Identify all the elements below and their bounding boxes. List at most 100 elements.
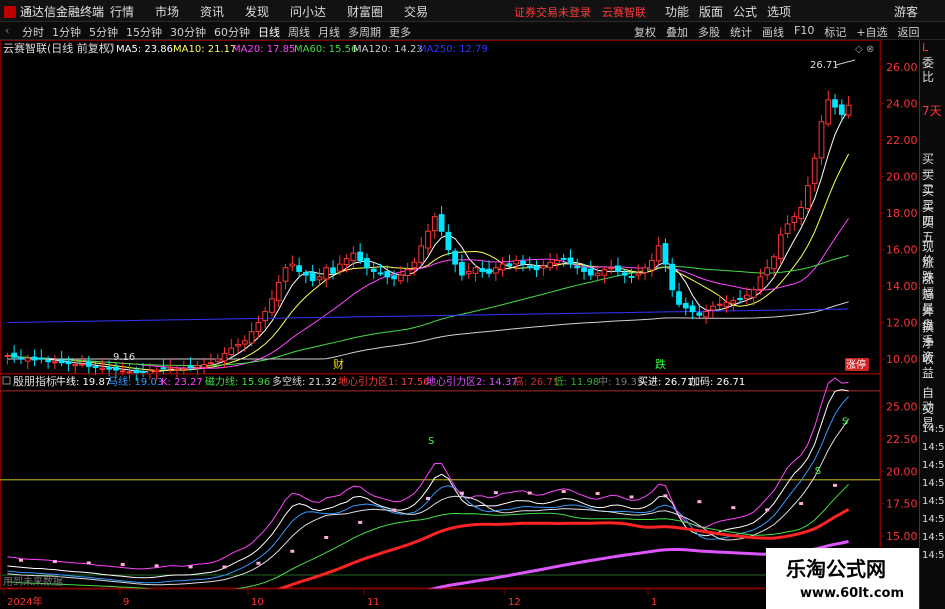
candle-body (18, 357, 24, 360)
period-tab[interactable]: 日线 (258, 24, 280, 40)
indicator-marker (629, 495, 634, 499)
main-frame (0, 40, 881, 374)
period-tab[interactable]: 多周期 (348, 24, 381, 40)
ma-label: MA5: 23.86 (116, 44, 173, 55)
tool-button[interactable]: 复权 (634, 24, 656, 40)
indicator-param: 牛线: 19.87 (56, 375, 111, 388)
indicator-marker (561, 490, 566, 494)
candle-body (384, 270, 391, 278)
tool-button[interactable]: F10 (794, 24, 814, 40)
candle-body (4, 354, 11, 357)
indicator-marker (188, 565, 193, 569)
candle-body (662, 243, 669, 265)
menu-item-zixun[interactable]: 资讯 (200, 3, 234, 20)
period-tab[interactable]: 60分钟 (214, 24, 250, 40)
period-tab[interactable]: 周线 (288, 24, 310, 40)
candle-body (214, 358, 221, 362)
period-tab[interactable]: 1分钟 (52, 24, 81, 40)
indicator-marker (358, 520, 363, 524)
period-tab[interactable]: 15分钟 (126, 24, 162, 40)
y-tick-label: 12.00 (886, 317, 918, 330)
tool-button[interactable]: +自选 (856, 24, 887, 40)
candle-body (689, 305, 696, 313)
candle-body (540, 265, 547, 269)
tool-button[interactable]: 画线 (762, 24, 784, 40)
menu-item-wenxiaoda[interactable]: 问小达 (290, 3, 336, 20)
candle-body (92, 366, 99, 369)
indicator-marker (86, 561, 91, 565)
menu-item-xuanxiang[interactable]: 选项 (767, 3, 791, 20)
indicator-param: 中: 19.35 (598, 375, 643, 388)
guest-login[interactable]: 游客 (894, 3, 918, 20)
candle-body (350, 252, 357, 262)
period-tab[interactable]: 5分钟 (89, 24, 118, 40)
period-tab[interactable]: 30分钟 (170, 24, 206, 40)
indicator-marker (493, 491, 498, 495)
candle-body (811, 157, 818, 185)
indicator-settings-icon (2, 376, 11, 385)
candle-body (58, 359, 65, 364)
candle-body (85, 361, 92, 367)
panel-tick-time: 14:56 (922, 424, 945, 435)
menu-item-hangqing[interactable]: 行情 (110, 3, 144, 20)
candle-body (621, 272, 628, 276)
tool-button[interactable]: 标记 (824, 24, 846, 40)
menu-item-banmian[interactable]: 版面 (699, 3, 723, 20)
candle-body (126, 371, 133, 374)
y-tick-label: 22.00 (886, 134, 918, 147)
candle-body (648, 259, 655, 271)
candle-body (153, 369, 160, 373)
login-status[interactable]: 证券交易未登录 云赛智联 (514, 4, 646, 20)
candle-body (336, 263, 343, 272)
candle-body (710, 305, 716, 311)
candle-body (309, 272, 316, 282)
ma-label: MA60: 15.56 (294, 44, 357, 55)
candle-body (832, 99, 838, 108)
candle-body (24, 357, 31, 362)
panel-weibi: 委比 (922, 56, 935, 84)
period-tab[interactable]: 更多 (389, 24, 411, 40)
app-title: 通达信金融终端 (4, 3, 104, 20)
period-toolbar: ‹ 分时 1分钟 5分钟 15分钟 30分钟 60分钟 日线 周线 月线 多周期 更多 复权 叠加 多股… (0, 22, 945, 40)
annotation-low: 9.16 (113, 352, 135, 363)
indicator-param: 高: 26.71 (514, 375, 559, 388)
ma-line (7, 153, 850, 371)
candle-body (303, 272, 309, 276)
menu-item-caifuquan[interactable]: 财富圈 (347, 3, 393, 20)
indicator-line (7, 377, 849, 570)
candle-body (160, 367, 167, 370)
candle-body (479, 268, 486, 272)
menu-item-jiaoyi[interactable]: 交易 (404, 3, 438, 20)
menu-item-gongneng[interactable]: 功能 (665, 3, 689, 20)
candle-body (65, 361, 72, 365)
menu-item-gongshi[interactable]: 公式 (733, 3, 757, 20)
chart-area[interactable]: 26.00 24.00 22.00 20.00 18.00 16.00 14.00 12.00… (0, 40, 919, 609)
candle-body (241, 340, 248, 345)
panel-level-label: L (922, 41, 929, 54)
collapse-left-icon[interactable]: ‹ (5, 24, 9, 37)
candle-body (459, 262, 465, 276)
panel-tick-time: 14:56 (922, 460, 945, 471)
tool-button[interactable]: 多股 (698, 24, 720, 40)
candle-body (703, 311, 710, 318)
tool-button[interactable]: 叠加 (666, 24, 688, 40)
annotation-arrow (835, 59, 856, 66)
indicator-param: 马线: 19.03 (108, 375, 163, 388)
indicator-marker (324, 535, 329, 539)
tool-button[interactable]: 统计 (730, 24, 752, 40)
period-tab[interactable]: 月线 (318, 24, 340, 40)
menu-item-shichang[interactable]: 市场 (155, 3, 189, 20)
tool-button[interactable]: 返回 (898, 24, 920, 40)
candle-body (269, 298, 275, 313)
candle-body (737, 297, 743, 300)
watermark-title: 乐淘公式网 (786, 557, 886, 581)
period-tab[interactable]: 分时 (22, 24, 44, 40)
candle-body (682, 303, 689, 309)
candle-body (330, 267, 336, 274)
menu-item-faxian[interactable]: 发现 (245, 3, 279, 20)
candle-body (187, 365, 194, 368)
candle-body (526, 265, 533, 269)
candle-body (208, 362, 214, 365)
indicator-name: 殷朋指标 (13, 374, 57, 388)
candle-body (364, 258, 370, 269)
